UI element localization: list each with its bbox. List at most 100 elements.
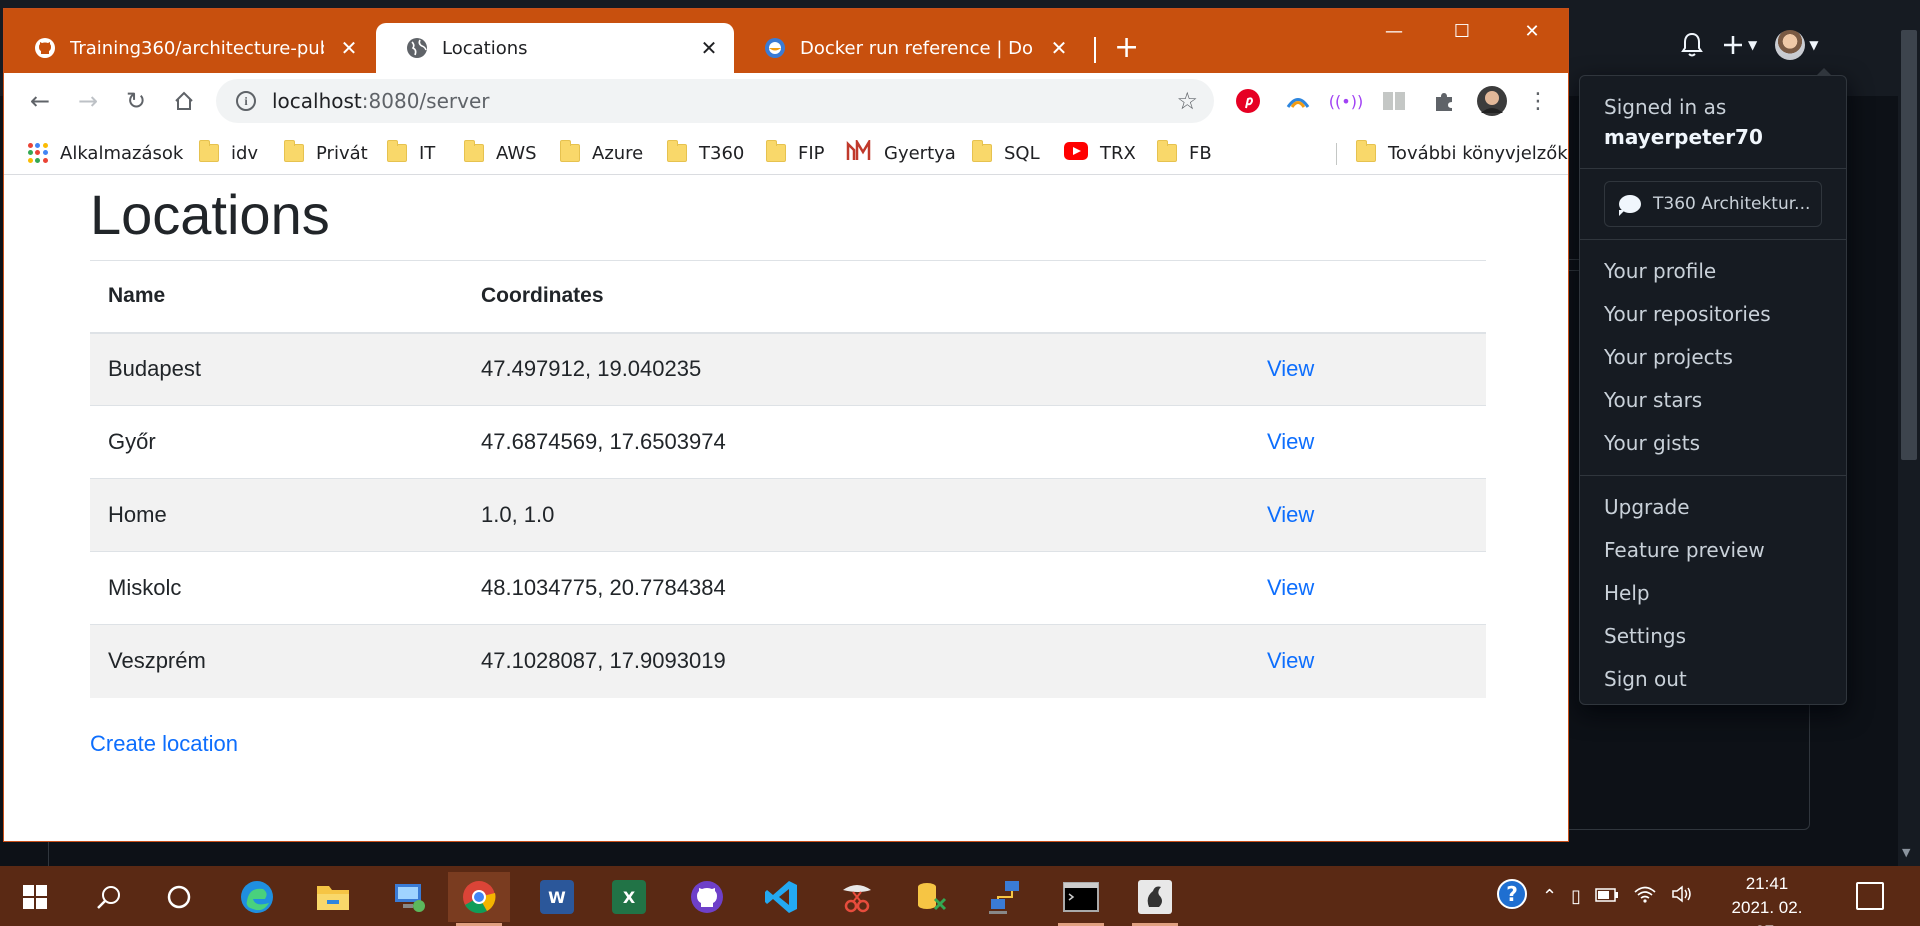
close-tab-icon[interactable]: ✕ [338,36,360,60]
bookmark-folder-azure[interactable]: Azure [560,137,643,169]
remote-desktop-icon[interactable] [378,872,440,922]
maximize-icon[interactable]: ☐ [1434,13,1490,49]
view-link[interactable]: View [1267,648,1314,673]
squirrel-app-icon[interactable] [1124,872,1186,926]
menu-item-your-repositories[interactable]: Your repositories [1580,293,1846,336]
scrollbar-thumb[interactable] [1901,30,1917,460]
database-tools-icon[interactable] [900,872,962,922]
bookmark-label: idv [231,142,259,164]
minimize-icon[interactable]: — [1366,13,1422,49]
menu-item-your-projects[interactable]: Your projects [1580,336,1846,379]
rainbow-extension-icon[interactable] [1282,85,1314,117]
menu-item-feature-preview[interactable]: Feature preview [1580,529,1846,572]
bookmark-folder-t360[interactable]: T360 [667,137,744,169]
network-icon[interactable] [974,872,1036,922]
word-icon[interactable]: W [526,872,588,922]
broadcast-icon[interactable]: ((•)) [1329,85,1363,117]
globe-icon [406,37,428,59]
notification-center-icon[interactable] [1856,882,1884,910]
chrome-taskbar-icon[interactable] [448,872,510,926]
menu-item-your-stars[interactable]: Your stars [1580,379,1846,422]
back-arrow-icon[interactable]: ← [22,83,58,119]
signed-in-label: Signed in as [1604,95,1727,119]
reader-icon[interactable] [1378,85,1410,117]
bookmark-folder-privat[interactable]: Privát [284,137,368,169]
windows-start-icon[interactable] [4,872,66,922]
menu-item-help[interactable]: Help [1580,572,1846,615]
reload-icon[interactable]: ↻ [118,83,154,119]
menu-item-your-profile[interactable]: Your profile [1580,250,1846,293]
tab-locations[interactable]: Locations ✕ [376,23,734,73]
folder-icon [766,140,786,162]
bookmark-folder-fb[interactable]: FB [1157,137,1212,169]
menu-item-your-gists[interactable]: Your gists [1580,422,1846,465]
bookmark-star-icon[interactable]: ☆ [1176,87,1198,115]
view-link[interactable]: View [1267,356,1314,381]
tab-github[interactable]: Training360/architecture-public ✕ [4,23,374,73]
plus-icon[interactable]: ▼ [1722,34,1757,56]
create-location-link[interactable]: Create location [90,731,238,757]
excel-icon[interactable]: X [598,872,660,922]
taskbar-clock[interactable]: 21:41 2021. 02. 07. [1722,872,1812,926]
terminal-icon[interactable] [1050,872,1112,926]
tab-docker[interactable]: Docker run reference | Docker Do ✕ [734,23,1084,73]
tab-strip: Training360/architecture-public ✕ Locati… [4,9,1568,73]
profile-avatar-icon[interactable] [1476,85,1508,117]
snipping-tool-icon[interactable] [826,872,888,922]
bookmark-separator [1336,143,1337,165]
vscode-icon[interactable] [750,872,812,922]
view-link[interactable]: View [1267,429,1314,454]
dropdown-group-account: Upgrade Feature preview Help Settings Si… [1580,480,1846,707]
tab-separator [1094,37,1096,63]
avatar [1775,30,1806,60]
avatar-menu[interactable]: ▼ [1775,30,1818,60]
tab-title: Locations [442,37,528,59]
chevron-up-icon[interactable]: ⌃ [1542,886,1557,907]
bookmark-gyertya[interactable]: Gyertya [846,136,956,169]
view-link[interactable]: View [1267,575,1314,600]
wifi-icon[interactable] [1633,884,1657,909]
new-tab-plus-icon[interactable]: + [1114,33,1139,63]
close-tab-icon[interactable]: ✕ [698,36,720,60]
github-desktop-icon[interactable] [676,872,738,922]
table-header-row: Name Coordinates [90,260,1486,334]
address-bar[interactable]: i localhost:8080/server ☆ [216,79,1214,123]
volume-icon[interactable] [1671,884,1695,909]
device-icon[interactable]: ▯ [1571,886,1581,907]
bookmark-trx[interactable]: TRX [1064,137,1136,169]
menu-dots-icon[interactable]: ⋮ [1522,85,1554,117]
pinterest-icon[interactable] [1232,85,1264,117]
bookmark-folder-idv[interactable]: idv [199,137,258,169]
menu-item-settings[interactable]: Settings [1580,615,1846,658]
cortana-icon[interactable] [148,872,210,922]
bookmark-label: Azure [592,142,644,164]
word-logo: W [540,880,574,914]
bookmark-other-folder[interactable]: További könyvjelzők [1356,137,1568,169]
close-tab-icon[interactable]: ✕ [1048,36,1070,60]
scroll-down-arrow-icon[interactable]: ▼ [1902,846,1910,859]
bookmark-folder-aws[interactable]: AWS [464,137,537,169]
forward-arrow-icon[interactable]: → [70,83,106,119]
menu-item-sign-out[interactable]: Sign out [1580,658,1846,701]
search-icon[interactable] [78,872,140,922]
bookmark-folder-sql[interactable]: SQL [972,137,1040,169]
bell-icon[interactable] [1680,32,1704,58]
bookmark-folder-fip[interactable]: FIP [766,137,825,169]
close-window-icon[interactable]: ✕ [1504,13,1560,49]
table-row: Miskolc 48.1034775, 20.7784384 View [90,551,1486,625]
edge-icon[interactable] [226,872,288,922]
set-status-button[interactable]: T360 Architektur... [1604,181,1822,227]
battery-icon[interactable] [1595,886,1619,907]
caret-down-icon: ▼ [1748,38,1758,52]
folder-icon [199,140,219,162]
view-link[interactable]: View [1267,502,1314,527]
info-icon[interactable]: i [236,91,256,111]
bookmark-folder-it[interactable]: IT [387,137,435,169]
menu-item-upgrade[interactable]: Upgrade [1580,486,1846,529]
file-explorer-icon[interactable] [302,872,364,922]
bookmark-apps[interactable]: Alkalmazások [28,137,183,169]
extensions-puzzle-icon[interactable] [1428,85,1460,117]
bookmark-label: Gyertya [884,142,956,164]
help-icon[interactable]: ? [1496,878,1528,915]
home-icon[interactable] [166,83,202,119]
